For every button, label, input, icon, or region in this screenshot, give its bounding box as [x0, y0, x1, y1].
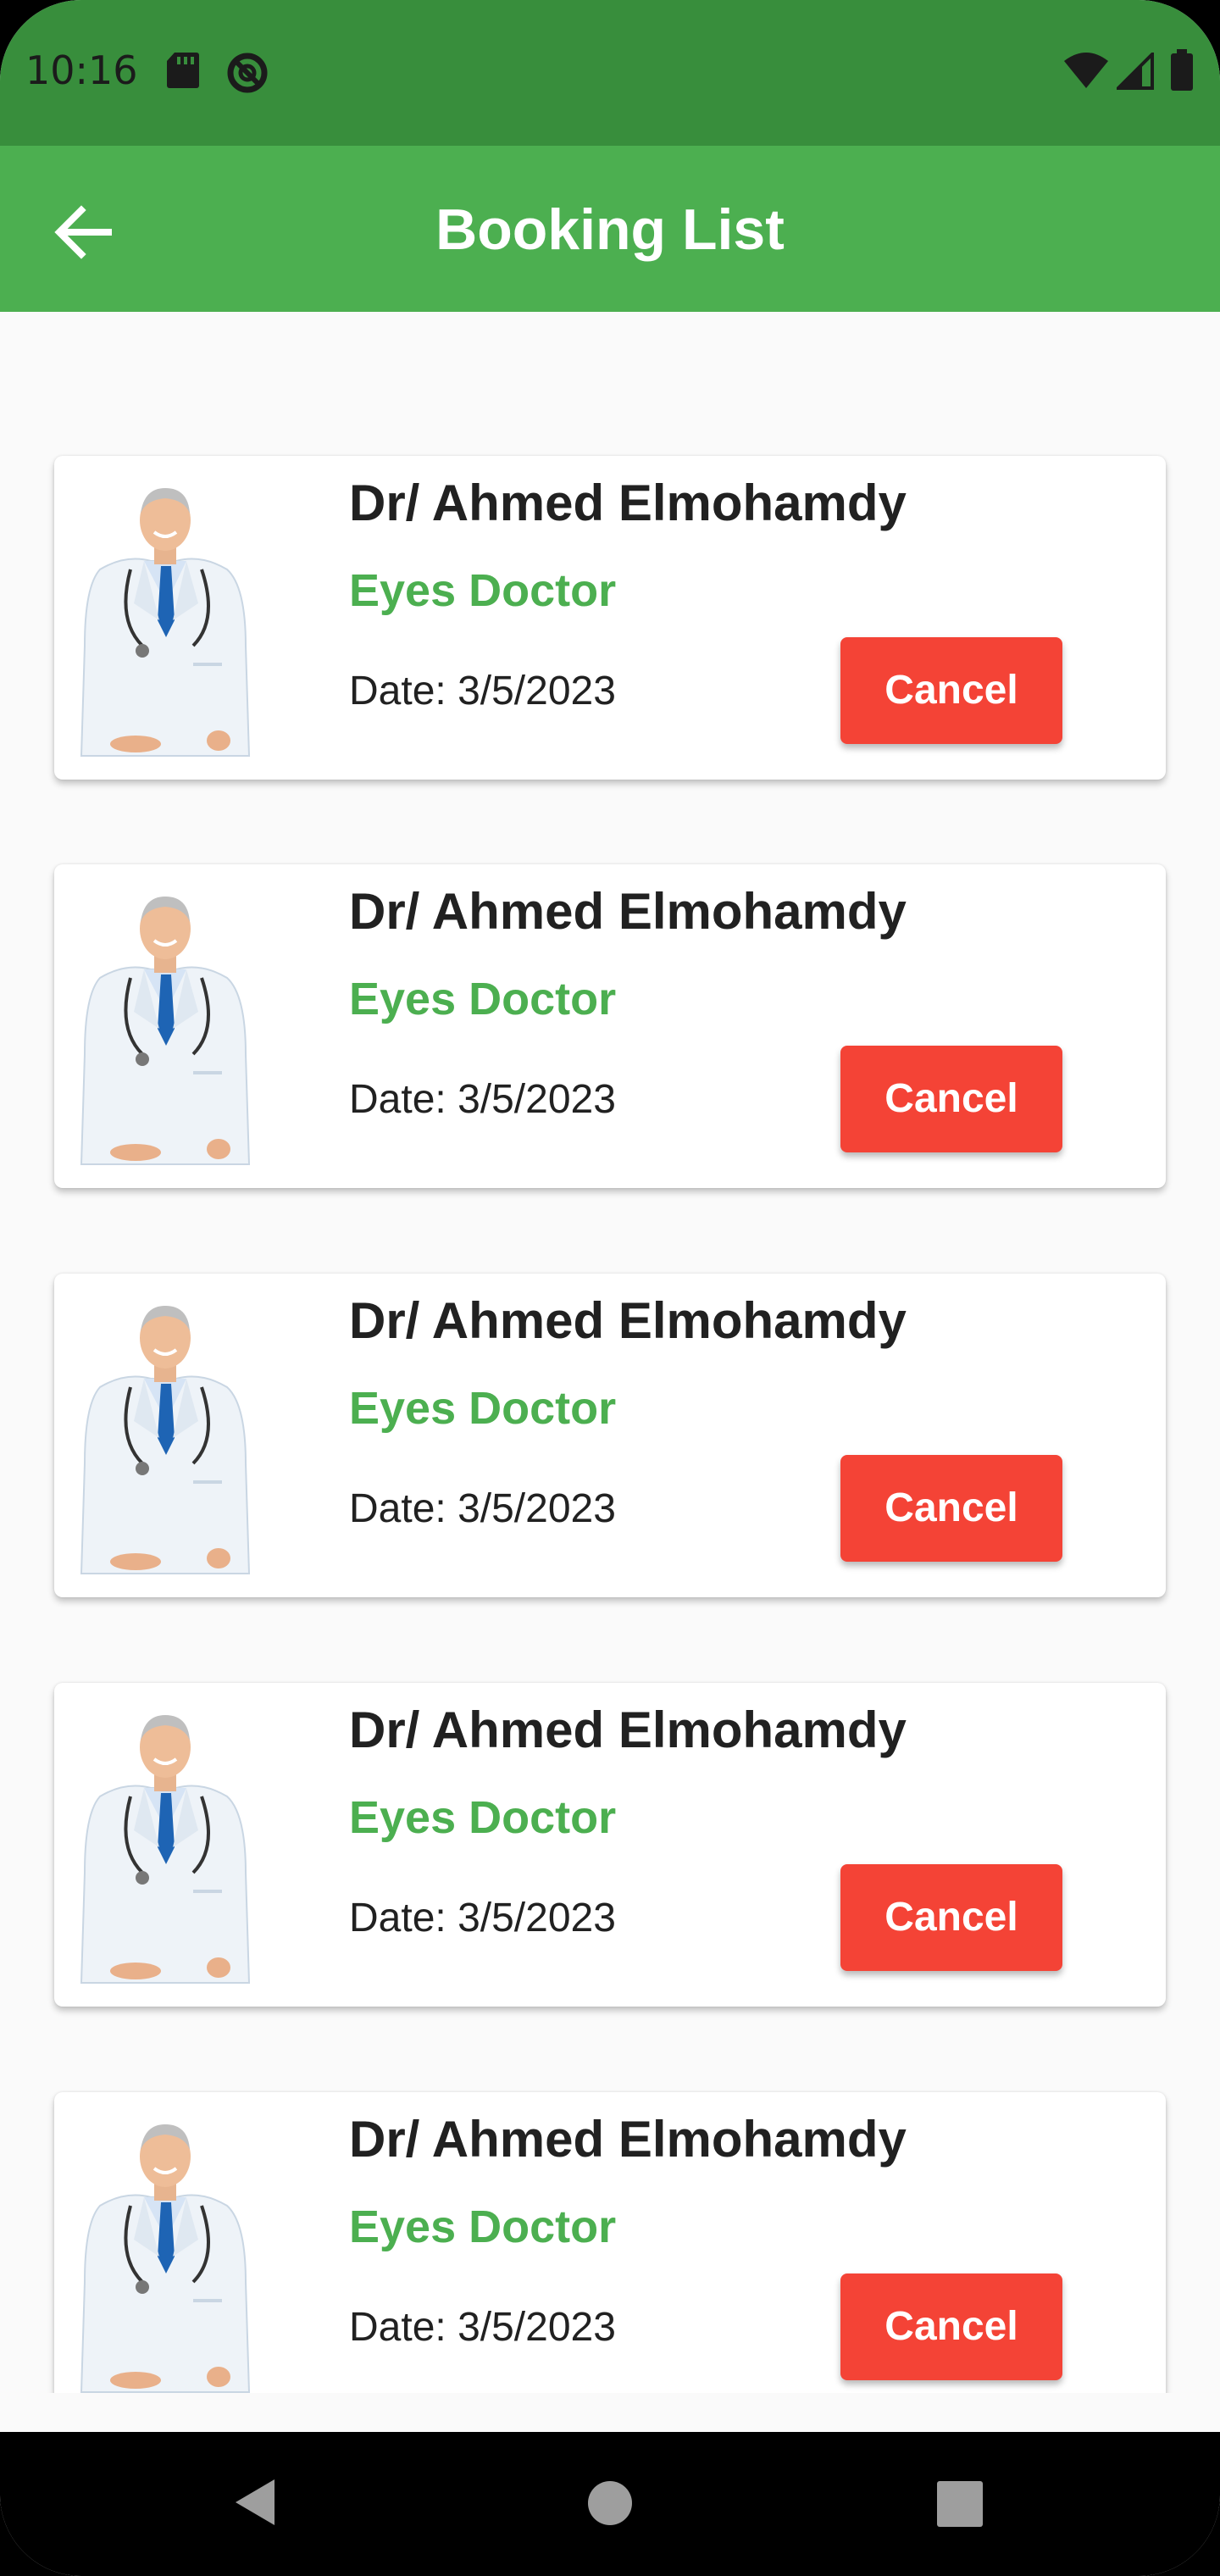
doctor-specialty: Eyes Doctor	[349, 2201, 617, 2252]
doctor-specialty: Eyes Doctor	[349, 1383, 617, 1434]
phone-screen: 10:16 Booking List Dr/ Ahmed Elmohamdy E…	[0, 0, 1220, 2576]
doctor-specialty: Eyes Doctor	[349, 565, 617, 616]
doctor-name: Dr/ Ahmed Elmohamdy	[349, 1292, 907, 1349]
doctor-avatar-image	[66, 476, 261, 764]
cancel-button[interactable]: Cancel	[840, 1455, 1062, 1562]
doctor-avatar-image	[66, 1703, 261, 1991]
battery-icon	[1171, 49, 1193, 91]
page-title: Booking List	[435, 197, 785, 262]
status-time: 10:16	[25, 47, 138, 93]
nav-back-icon[interactable]	[230, 2476, 278, 2529]
doctor-avatar-image	[66, 885, 261, 1173]
no-disturb-icon	[227, 53, 268, 93]
doctor-avatar-image	[66, 2112, 261, 2393]
wifi-icon	[1064, 53, 1108, 88]
booking-card: Dr/ Ahmed Elmohamdy Eyes Doctor Date: 3/…	[54, 1274, 1166, 1597]
doctor-specialty: Eyes Doctor	[349, 1792, 617, 1843]
nav-recents-icon[interactable]	[937, 2481, 983, 2527]
booking-card: Dr/ Ahmed Elmohamdy Eyes Doctor Date: 3/…	[54, 456, 1166, 780]
cancel-button[interactable]: Cancel	[840, 1864, 1062, 1971]
system-nav-bar	[0, 2432, 1220, 2576]
sd-card-icon	[167, 53, 199, 88]
booking-date: Date: 3/5/2023	[349, 669, 616, 713]
booking-date: Date: 3/5/2023	[349, 1077, 616, 1122]
booking-card: Dr/ Ahmed Elmohamdy Eyes Doctor Date: 3/…	[54, 2092, 1166, 2393]
status-bar: 10:16	[0, 0, 1220, 146]
nav-home-icon[interactable]	[586, 2479, 634, 2527]
doctor-name: Dr/ Ahmed Elmohamdy	[349, 1702, 907, 1758]
booking-card: Dr/ Ahmed Elmohamdy Eyes Doctor Date: 3/…	[54, 1683, 1166, 2007]
cancel-button[interactable]: Cancel	[840, 2273, 1062, 2380]
booking-card: Dr/ Ahmed Elmohamdy Eyes Doctor Date: 3/…	[54, 864, 1166, 1188]
doctor-avatar-image	[66, 1294, 261, 1582]
doctor-specialty: Eyes Doctor	[349, 974, 617, 1024]
signal-icon	[1117, 53, 1154, 90]
booking-date: Date: 3/5/2023	[349, 1896, 616, 1940]
booking-list[interactable]: Dr/ Ahmed Elmohamdy Eyes Doctor Date: 3/…	[0, 312, 1220, 2393]
booking-date: Date: 3/5/2023	[349, 2305, 616, 2350]
doctor-name: Dr/ Ahmed Elmohamdy	[349, 475, 907, 531]
cancel-button[interactable]: Cancel	[840, 637, 1062, 744]
booking-date: Date: 3/5/2023	[349, 1486, 616, 1531]
doctor-name: Dr/ Ahmed Elmohamdy	[349, 883, 907, 940]
cancel-button[interactable]: Cancel	[840, 1046, 1062, 1152]
doctor-name: Dr/ Ahmed Elmohamdy	[349, 2111, 907, 2168]
